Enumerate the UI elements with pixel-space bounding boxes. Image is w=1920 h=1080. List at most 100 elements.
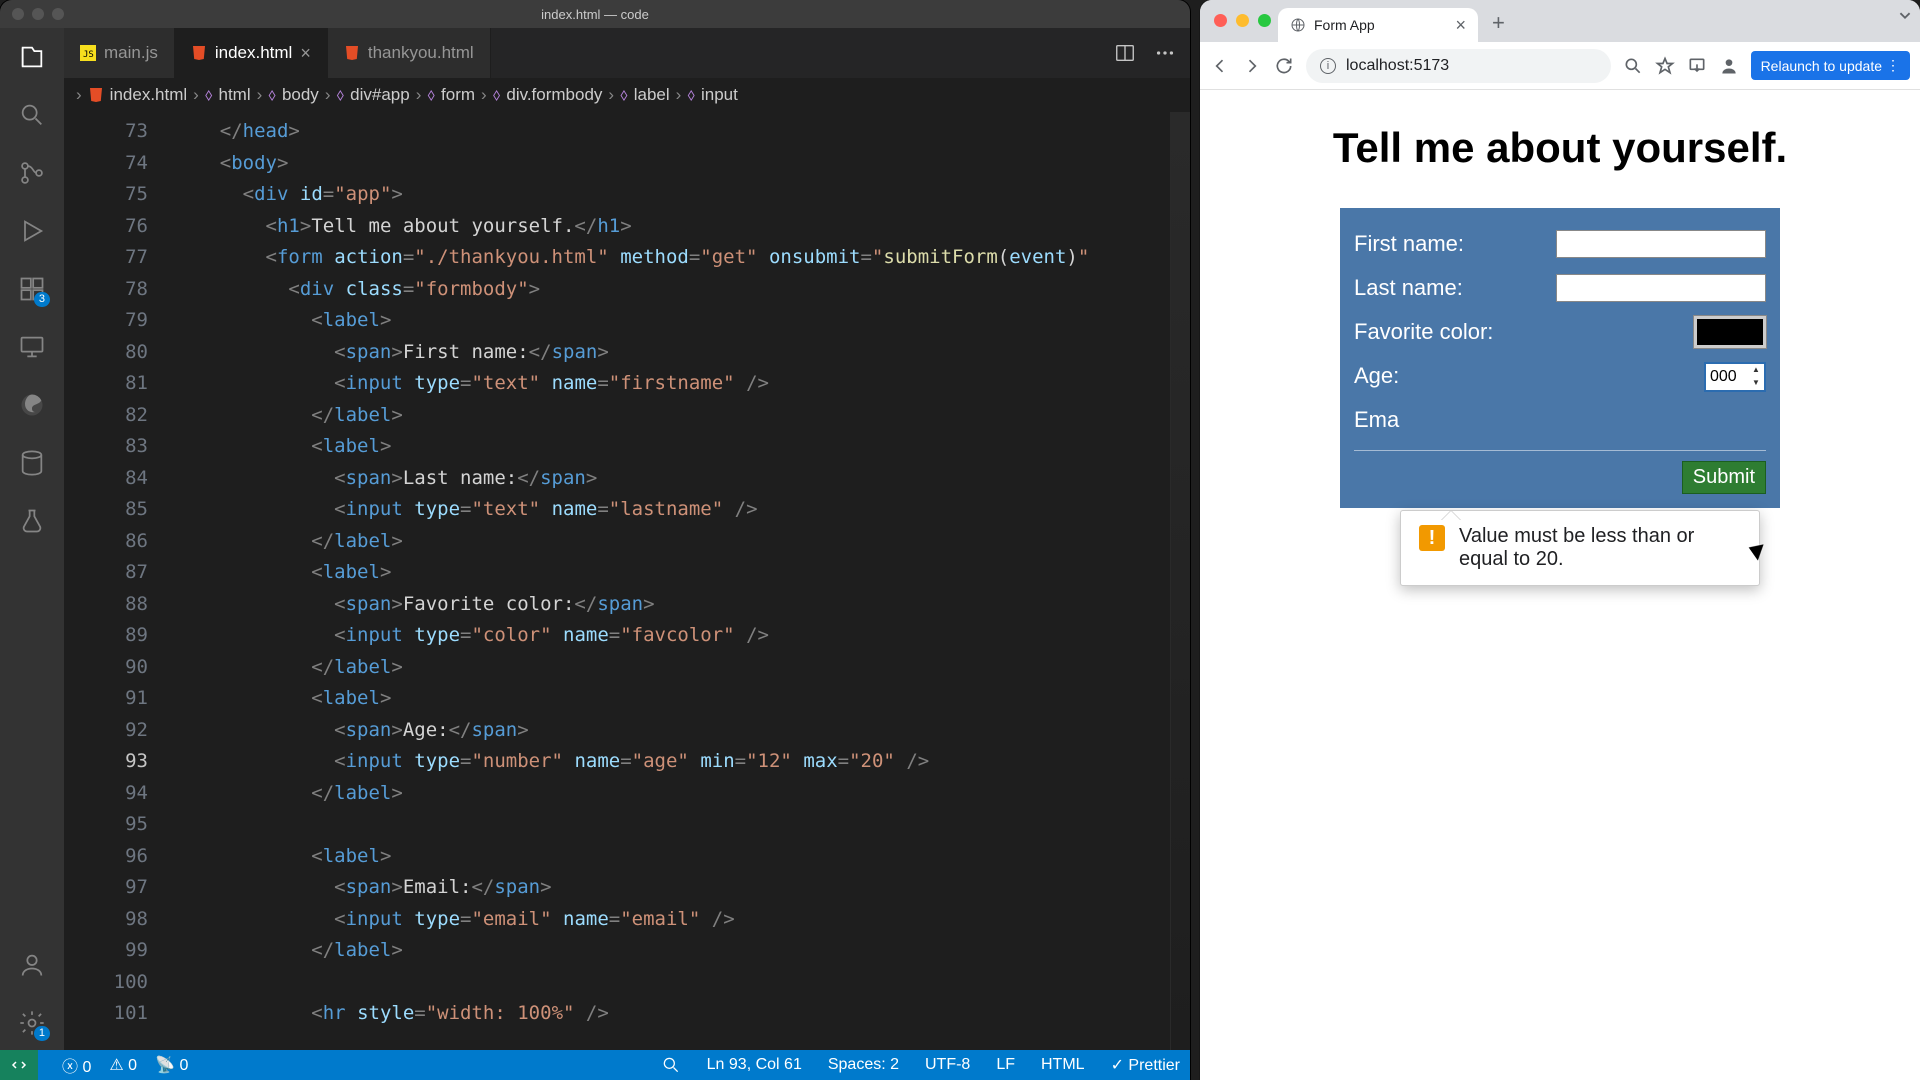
edge-tools-icon[interactable] [17,390,47,420]
warnings-count[interactable]: ⚠ 0 [109,1055,137,1075]
relaunch-label: Relaunch to update [1761,58,1882,74]
profile-icon[interactable] [1719,56,1739,76]
html-file-icon [344,45,360,61]
settings-badge: 1 [34,1026,50,1041]
lastname-input[interactable] [1556,274,1766,302]
close-dot[interactable] [1214,14,1227,27]
language-status[interactable]: HTML [1041,1056,1085,1074]
firstname-input[interactable] [1556,230,1766,258]
close-dot[interactable] [12,8,24,20]
label-firstname: First name: [1354,231,1556,257]
split-editor-icon[interactable] [1114,42,1136,64]
tab-title: Form App [1314,17,1375,33]
remote-explorer-icon[interactable] [17,332,47,362]
bc-item[interactable]: form [441,85,475,105]
back-icon[interactable] [1210,56,1230,76]
window-controls [12,8,64,20]
row-email: Ema [1354,398,1766,442]
formatter-status[interactable]: ✓ Prettier [1111,1055,1180,1075]
source-control-icon[interactable] [17,158,47,188]
validation-message: Value must be less than or equal to 20. [1459,525,1741,571]
browser-toolbar: i localhost:5173 Relaunch to update ⋮ [1200,42,1920,90]
tab-main-js[interactable]: JS main.js [64,28,175,78]
bookmark-icon[interactable] [1655,56,1675,76]
minimize-dot[interactable] [1236,14,1249,27]
form-divider [1354,450,1766,451]
more-actions-icon[interactable] [1154,42,1176,64]
accounts-icon[interactable] [17,950,47,980]
ports-count[interactable]: 📡 0 [155,1055,188,1075]
favcolor-input[interactable] [1694,316,1766,348]
label-age: Age: [1354,363,1704,389]
status-bar: ⓧ 0 ⚠ 0 📡 0 Ln 93, Col 61 Spaces: 2 UTF-… [0,1050,1190,1080]
browser-window: Form App × + i localhost:5173 Relaunch t… [1200,0,1920,1080]
new-tab-button[interactable]: + [1486,10,1511,42]
window-controls [1214,14,1271,27]
close-icon[interactable]: × [300,43,311,64]
tab-index-html[interactable]: index.html × [175,28,328,78]
submit-button[interactable]: Submit [1682,461,1766,494]
svg-text:JS: JS [83,50,94,60]
settings-gear-icon[interactable]: 1 [17,1008,47,1038]
html-file-icon [88,87,104,103]
extensions-icon[interactable]: 3 [17,274,47,304]
activity-bar: 3 1 [0,28,64,1050]
zoom-dot[interactable] [52,8,64,20]
eol-status[interactable]: LF [996,1056,1015,1074]
errors-count[interactable]: ⓧ 0 [62,1053,91,1077]
row-firstname: First name: [1354,222,1766,266]
code-content[interactable]: </head> <body> <div id="app"> <h1>Tell m… [174,112,1190,1050]
bc-item[interactable]: label [634,85,670,105]
testing-icon[interactable] [17,506,47,536]
bc-item[interactable]: input [701,85,738,105]
zoom-icon[interactable] [1623,56,1643,76]
install-icon[interactable] [1687,56,1707,76]
bc-item[interactable]: div#app [350,85,410,105]
run-debug-icon[interactable] [17,216,47,246]
relaunch-button[interactable]: Relaunch to update ⋮ [1751,51,1910,80]
globe-icon [1290,17,1306,33]
html-file-icon [191,45,207,61]
vscode-titlebar: index.html — code [0,0,1190,28]
reload-icon[interactable] [1274,56,1294,76]
tab-label: thankyou.html [368,43,474,63]
tab-label: index.html [215,43,292,63]
search-icon[interactable] [17,100,47,130]
line-gutter: 7374757677787980818283848586878889909192… [64,112,174,1050]
minimize-dot[interactable] [32,8,44,20]
tab-label: main.js [104,43,158,63]
indent-status[interactable]: Spaces: 2 [828,1056,899,1074]
address-bar[interactable]: i localhost:5173 [1306,49,1611,83]
zoom-dot[interactable] [1258,14,1271,27]
site-info-icon[interactable]: i [1320,58,1336,74]
tab-thankyou-html[interactable]: thankyou.html [328,28,491,78]
bc-item[interactable]: body [282,85,319,105]
bc-file[interactable]: index.html [110,85,187,105]
encoding-status[interactable]: UTF-8 [925,1056,970,1074]
validation-tooltip: ! Value must be less than or equal to 20… [1400,510,1760,586]
tab-search-icon[interactable] [1894,4,1916,26]
forward-icon[interactable] [1242,56,1262,76]
bc-item[interactable]: div.formbody [506,85,602,105]
label-favcolor: Favorite color: [1354,319,1694,345]
label-email: Ema [1354,407,1766,433]
code-editor[interactable]: 7374757677787980818283848586878889909192… [64,112,1190,1050]
explorer-icon[interactable] [17,42,47,72]
close-icon[interactable]: × [1455,15,1466,36]
breadcrumb[interactable]: › index.html ›⬨ html ›⬨ body ›⬨ div#app … [64,78,1190,112]
number-spinner[interactable]: ▲▼ [1748,363,1764,390]
bc-item[interactable]: html [218,85,250,105]
remote-indicator[interactable] [0,1050,38,1080]
ext-badge: 3 [34,292,50,307]
editor-tabs: JS main.js index.html × thankyou.html [64,28,1190,78]
vscode-window: index.html — code 3 1 JS main.js [0,0,1190,1080]
label-lastname: Last name: [1354,275,1556,301]
page-title: Tell me about yourself. [1333,124,1787,172]
cursor-position[interactable]: Ln 93, Col 61 [707,1056,802,1074]
row-lastname: Last name: [1354,266,1766,310]
zoom-icon[interactable] [661,1055,681,1075]
database-icon[interactable] [17,448,47,478]
form-panel: First name: Last name: Favorite color: A… [1340,208,1780,508]
url-text: localhost:5173 [1346,57,1449,75]
browser-tab[interactable]: Form App × [1278,8,1478,42]
